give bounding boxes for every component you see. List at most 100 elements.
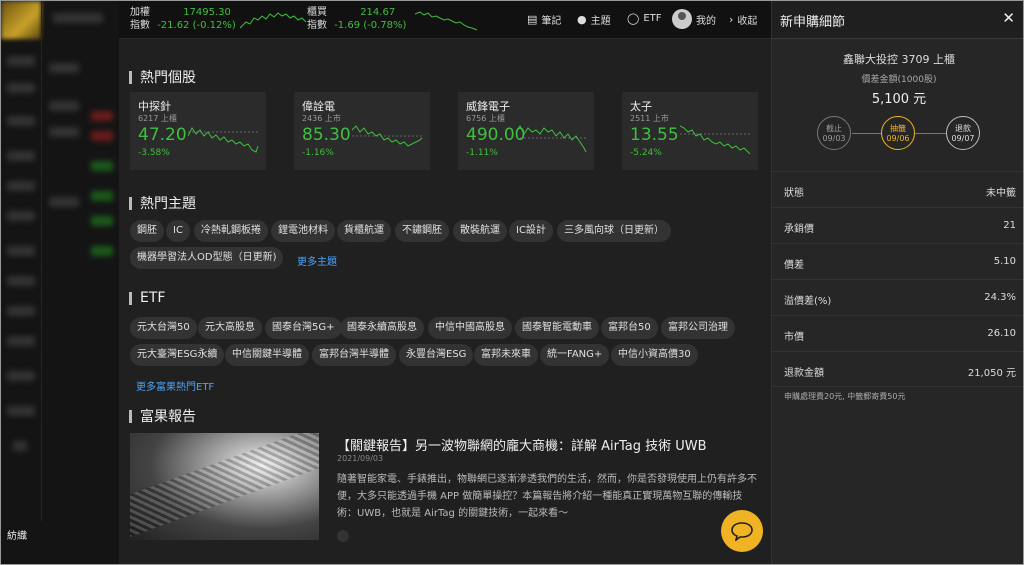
stock-sparkline [352, 125, 423, 147]
etf-chip[interactable]: 國泰永續高股息 [340, 317, 424, 339]
row-key: 市價 [784, 332, 804, 343]
etf-chip[interactable]: 國泰台灣5G+ [265, 317, 342, 339]
nav-label: ETF [643, 13, 662, 24]
step-date: 09/07 [951, 134, 975, 143]
topic-chip[interactable]: IC [166, 220, 190, 242]
topic-chip[interactable]: 貨櫃航運 [337, 220, 391, 242]
stock-change: -5.24% [630, 148, 662, 158]
chat-bubble-icon [731, 522, 753, 541]
notebook-icon: ▤ [527, 13, 538, 26]
blurred-item [7, 246, 35, 256]
panel-title: 新申購細節 [780, 15, 846, 30]
nav-profile[interactable]: 我的 [672, 9, 716, 29]
blurred-item [7, 181, 35, 191]
index-label: 指數 [130, 20, 150, 31]
stock-card[interactable]: 太子 2511 上市 13.55 -5.24% [622, 92, 758, 170]
detail-row: 狀態 未中籤 [772, 171, 1023, 207]
etf-chip[interactable]: 中信中國高股息 [428, 317, 512, 339]
blurred-item [13, 441, 27, 451]
section-title-etf: ETF [129, 290, 165, 306]
row-value: 24.3% [984, 292, 1016, 303]
close-icon[interactable]: ✕ [1002, 9, 1015, 27]
etf-chip[interactable]: 元大台灣50 [130, 317, 197, 339]
etf-chip[interactable]: 統一FANG+ [540, 344, 610, 366]
logo[interactable] [1, 1, 41, 39]
avatar [672, 9, 692, 29]
blurred-item [7, 306, 35, 316]
stock-card[interactable]: 威鋒電子 6756 上櫃 490.00 -1.11% [458, 92, 594, 170]
etf-chip[interactable]: 富邦未來車 [474, 344, 538, 366]
etf-chip[interactable]: 富邦公司治理 [661, 317, 735, 339]
flame-icon: ● [577, 13, 587, 26]
topic-chip[interactable]: 機器學習法人OD型態（日更新) [130, 247, 284, 269]
etf-chip[interactable]: 富邦台灣半導體 [312, 344, 396, 366]
topic-chip[interactable]: 鋰電池材料 [271, 220, 335, 242]
index-change: -21.62 (-0.12%) [157, 20, 236, 31]
blurred-item [7, 336, 35, 346]
main-content: 熱門個股 中探針 6217 上櫃 47.20 -3.58% 偉詮電 2436 上… [119, 39, 771, 564]
row-key: 承銷價 [784, 224, 814, 235]
topic-chip[interactable]: 三多風向球（日更新） [557, 220, 671, 242]
report-date: 2021/09/03 [337, 454, 384, 463]
blurred-item [91, 111, 113, 121]
nav-collapse[interactable]: › 收起 [729, 12, 757, 27]
blurred-item [91, 191, 113, 201]
stock-sparkline [516, 125, 587, 153]
blurred-item [49, 101, 79, 111]
row-value: 26.10 [987, 328, 1016, 339]
stock-price: 47.20 [138, 125, 187, 145]
etf-chip[interactable]: 中信小資高價30 [611, 344, 698, 366]
index-value: 17495.30 [183, 7, 231, 18]
report-thumbnail[interactable] [130, 433, 319, 540]
row-key: 價差 [784, 260, 804, 271]
stock-card[interactable]: 偉詮電 2436 上市 85.30 -1.16% [294, 92, 430, 170]
etf-chip[interactable]: 國泰智能電動車 [515, 317, 599, 339]
stock-name: 太子 [630, 100, 652, 113]
section-title-hot-stocks: 熱門個股 [129, 67, 196, 87]
step-close: 截止 09/03 [817, 116, 851, 150]
stock-name: 中探針 [138, 100, 171, 113]
step-label: 截止 [826, 124, 842, 133]
row-key: 退款金額 [784, 368, 824, 379]
topic-chip[interactable]: 冷熱軋鋼板捲 [194, 220, 268, 242]
etf-chip[interactable]: 永豐台灣ESG [399, 344, 474, 366]
stock-change: -1.16% [302, 148, 334, 158]
nav-notes[interactable]: ▤ 筆記 [527, 12, 561, 27]
fee-note: 申購處理費20元, 中籤郵寄費50元 [784, 392, 906, 401]
stock-price: 85.30 [302, 125, 351, 145]
more-topics-link[interactable]: 更多主題 [297, 253, 337, 268]
nav-label: 收起 [737, 16, 758, 27]
index-sparkline [240, 12, 307, 29]
blurred-item [7, 116, 35, 126]
etf-chip[interactable]: 富邦台50 [601, 317, 658, 339]
nav-etf[interactable]: ◯ ETF [627, 12, 662, 25]
nav-label: 主題 [590, 16, 611, 27]
row-key: 溢價差(%) [784, 296, 832, 307]
section-title-hot-topics: 熱門主題 [129, 193, 196, 213]
topic-chip[interactable]: IC設計 [509, 220, 553, 242]
index-label: 指數 [307, 20, 327, 31]
stock-change: -1.11% [466, 148, 498, 158]
etf-chip[interactable]: 元大高股息 [198, 317, 262, 339]
stock-price: 13.55 [630, 125, 679, 145]
index-taiex[interactable]: 加權 17495.30 指數 -21.62 (-0.12%) [130, 6, 307, 32]
step-label: 退款 [955, 124, 971, 133]
app-root: 紡織 加權 17495.30 指數 -21.62 (-0.12%) 櫃買 214… [0, 0, 1024, 565]
nav-topics[interactable]: ● 主題 [577, 12, 611, 27]
topic-chip[interactable]: 不鏽鋼胚 [395, 220, 449, 242]
topic-chip[interactable]: 散裝航運 [453, 220, 507, 242]
chat-button[interactable] [721, 510, 763, 552]
etf-chip[interactable]: 元大臺灣ESG永續 [130, 344, 225, 366]
blurred-item [7, 83, 35, 93]
index-otc[interactable]: 櫃買 214.67 指數 -1.69 (-0.78%) [307, 6, 478, 32]
stock-card[interactable]: 中探針 6217 上櫃 47.20 -3.58% [130, 92, 266, 170]
etf-chip[interactable]: 中信關鍵半導體 [225, 344, 309, 366]
index-change: -1.69 (-0.78%) [334, 20, 407, 31]
step-draw: 抽籤 09/06 [881, 116, 915, 150]
sidebar-bottom-tag[interactable]: 紡織 [7, 527, 27, 542]
carousel-dot[interactable] [337, 530, 349, 542]
nav-label: 筆記 [541, 16, 562, 27]
topic-chip[interactable]: 鋼胚 [130, 220, 164, 242]
report-title[interactable]: 【關鍵報告】另一波物聯網的龐大商機：詳解 AirTag 技術 UWB [337, 435, 707, 454]
more-etf-link[interactable]: 更多富果熱門ETF [136, 378, 214, 393]
